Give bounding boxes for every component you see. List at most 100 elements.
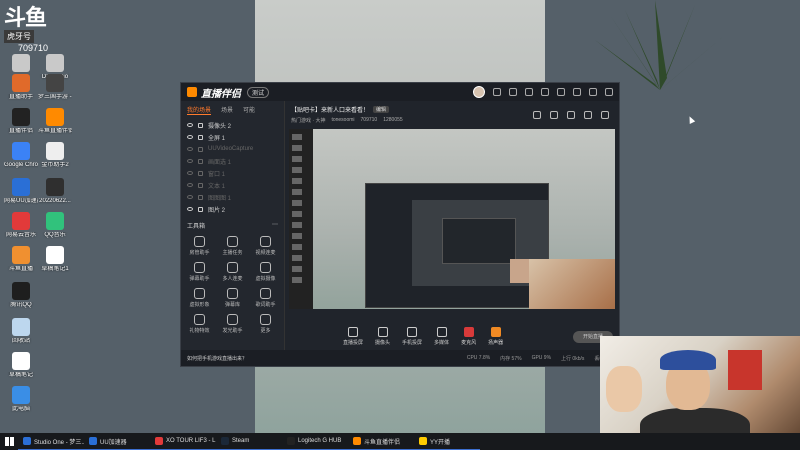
tool-item[interactable]: 发光助手 [218,314,247,334]
desktop-icon[interactable]: 斗鱼直播 [4,246,38,273]
toolbar-button[interactable]: 直播投屏 [343,327,363,346]
lock-icon[interactable] [198,146,203,152]
eye-icon[interactable] [187,123,193,127]
taskbar-item[interactable]: Steam [216,433,282,450]
desktop-icon[interactable]: 梦三国手游 - 11 [38,74,72,101]
tool-icon [260,236,271,247]
menu-icon[interactable] [557,88,565,96]
start-button[interactable] [0,433,18,450]
desktop-icon[interactable]: QQ音乐 [38,212,72,239]
taskbar-item[interactable]: UU加速器 [84,433,150,450]
scene-item[interactable]: 摄像头 2 [181,119,284,131]
tool-item[interactable]: 更多 [251,314,280,334]
taskbar-item[interactable]: XO TOUR LIF3 - L... [150,433,216,450]
desktop-icon[interactable]: 网易UU加速器 [4,178,38,205]
window-titlebar[interactable]: 直播伴侣 测试 [181,83,619,101]
share-icon[interactable] [601,111,609,119]
eye-icon[interactable] [187,171,193,175]
tool-item[interactable]: 虚拟形象 [185,288,214,308]
lock-icon[interactable] [198,122,203,128]
shirt-icon[interactable] [525,88,533,96]
toolbar-button[interactable]: 手机投屏 [402,327,422,346]
tool-item[interactable]: 歌词助手 [251,288,280,308]
desktop-icon[interactable]: 直播助手 [4,74,38,101]
scene-tab[interactable]: 我的场景 [187,105,212,115]
lock-icon[interactable] [198,158,203,164]
tool-item[interactable]: 视频连麦 [251,236,280,256]
maximize-icon[interactable] [589,88,597,96]
desktop-icon[interactable]: 草稿笔记1 [38,246,72,273]
minimize-icon[interactable] [573,88,581,96]
tool-label: 更多 [260,328,271,334]
tool-item[interactable]: 弹幕助手 [185,262,214,282]
tool-item[interactable]: 弹幕库 [218,288,247,308]
scene-tab[interactable]: 场景 [221,105,233,115]
scene-panel: 我的场景 场景 可能 摄像头 2 全屏 1 UUVideoCapture 画面选 1 窗口 … [181,101,285,350]
desktop-icon[interactable]: 此电脑 [4,386,38,413]
lock-icon[interactable] [198,206,203,212]
stream-preview[interactable] [289,129,615,309]
toolbar-button[interactable]: 摄像头 [375,327,390,346]
gift-box-icon[interactable] [533,111,541,119]
tool-item[interactable]: 礼物特效 [185,314,214,334]
avatar[interactable] [473,86,485,98]
scene-item[interactable]: 画面选 1 [181,155,284,167]
scene-tab[interactable]: 可能 [243,105,255,115]
desktop-icon[interactable]: 回收站 [4,318,38,345]
tool-item[interactable]: 多人连麦 [218,262,247,282]
bell-icon[interactable] [584,111,592,119]
message-icon[interactable] [567,111,575,119]
more-tools-icon[interactable]: ⋯ [272,221,278,230]
stream-header: 【贴吧卡】来新人口来看看！ 编辑 热门游戏 · 大神 tonesoomi 70971… [285,101,619,129]
scene-item[interactable]: 窗口 1 [181,167,284,179]
lock-icon[interactable] [198,134,203,140]
tool-item[interactable]: 房管助手 [185,236,214,256]
taskbar-item[interactable]: YY开播 [414,433,480,450]
eye-icon[interactable] [187,207,193,211]
eye-icon[interactable] [187,195,193,199]
taskbar-item[interactable]: 斗鱼直播伴侣 [348,433,414,450]
edit-title-button[interactable]: 编辑 [373,106,390,113]
toolbar-button[interactable]: 麦克风 [461,327,476,346]
toolbar-button[interactable]: 扬声器 [488,327,503,346]
desktop-icon[interactable]: 草稿笔记 [4,352,38,379]
taskbar-item[interactable]: Logitech G HUB [282,433,348,450]
eye-icon[interactable] [187,183,193,187]
lock-icon[interactable] [198,170,203,176]
desktop-icon[interactable]: 腾讯QQ [4,282,38,309]
tool-item[interactable]: 主播任务 [218,236,247,256]
mail-icon[interactable] [493,88,501,96]
desktop-icon[interactable]: 金币助手2 [38,142,72,169]
tool-item[interactable]: 虚拟摄像 [251,262,280,282]
desktop-icon[interactable]: 20220622... [38,178,72,205]
scene-item[interactable]: 图图图 1 [181,191,284,203]
toolbar-button[interactable]: 多媒体 [434,327,449,346]
app-icon [46,246,64,264]
scene-label: UUVideoCapture [208,146,254,152]
status-tip[interactable]: 如何把手机游戏直播出来？ [187,355,247,362]
tool-label: 发光助手 [222,328,243,334]
scene-label: 窗口 1 [208,171,226,178]
version-badge[interactable]: 测试 [247,86,270,98]
settings-icon[interactable] [541,88,549,96]
taskbar-item[interactable]: Studio One - 梦三... [18,433,84,450]
tools-title: 工具箱 [187,224,206,230]
desktop-icon[interactable]: 斗鱼直播伴侣 [38,108,72,135]
scene-item[interactable]: 文本 1 [181,179,284,191]
eye-icon[interactable] [187,159,193,163]
preview-webcam [529,259,615,309]
lock-icon[interactable] [198,194,203,200]
lock-icon[interactable] [198,182,203,188]
eye-icon[interactable] [187,135,193,139]
lock-icon[interactable] [550,111,558,119]
close-icon[interactable] [605,88,613,96]
scene-label: 全屏 1 [208,135,226,142]
eye-icon[interactable] [187,147,193,151]
scene-item[interactable]: UUVideoCapture [181,143,284,155]
scene-item[interactable]: 全屏 1 [181,131,284,143]
desktop-icon[interactable]: 网易云音乐 [4,212,38,239]
desktop-icon[interactable]: Google Chrome [4,142,38,169]
scene-item[interactable]: 图片 2 [181,203,284,215]
desktop-icon[interactable]: 直播伴侣 [4,108,38,135]
gift-icon[interactable] [509,88,517,96]
